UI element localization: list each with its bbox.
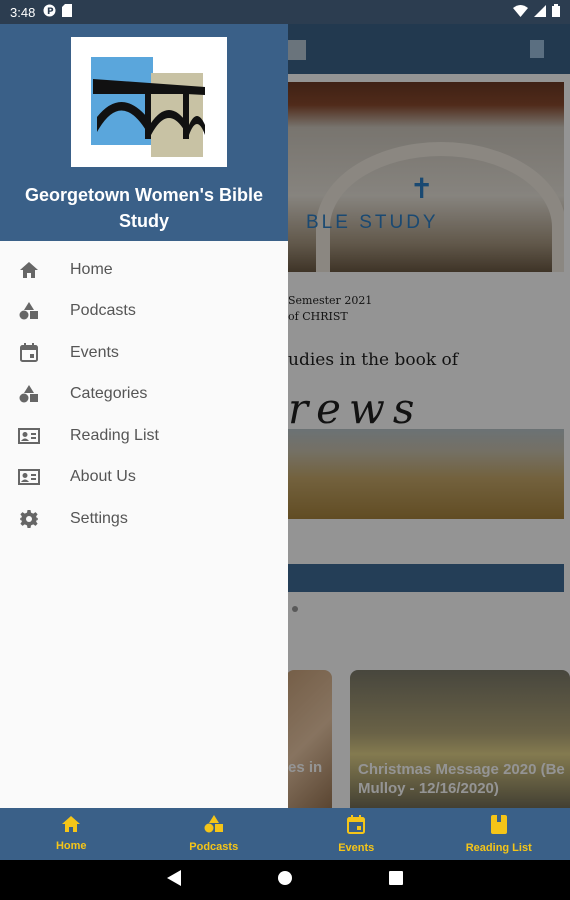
drawer-item-label: Podcasts (70, 302, 136, 320)
system-navigation-bar (0, 860, 570, 900)
id-card-icon (18, 425, 40, 447)
status-bar: 3:48 P (0, 0, 570, 24)
calendar-icon (347, 814, 366, 839)
bottom-nav-reading-list[interactable]: Reading List (428, 808, 570, 860)
bottom-nav-home[interactable]: Home (0, 808, 143, 860)
drawer-item-settings[interactable]: Settings (0, 498, 288, 540)
calendar-icon (18, 342, 40, 364)
drawer-item-events[interactable]: Events (0, 332, 288, 374)
id-card-icon (18, 466, 40, 488)
bottom-nav-label: Reading List (465, 841, 532, 854)
drawer-item-label: Reading List (70, 426, 159, 444)
app-notification-icon: P (43, 4, 56, 20)
home-icon (62, 816, 81, 837)
navigation-drawer: Georgetown Women's Bible Study Home Podc… (0, 0, 288, 808)
home-icon (18, 259, 40, 281)
drawer-header: Georgetown Women's Bible Study (0, 0, 288, 241)
bottom-nav-events[interactable]: Events (285, 808, 428, 860)
svg-text:P: P (47, 7, 54, 17)
drawer-item-about-us[interactable]: About Us (0, 457, 288, 499)
drawer-item-label: About Us (70, 468, 136, 486)
recents-icon[interactable] (389, 870, 403, 890)
drawer-menu: Home Podcasts Events Categories Reading … (0, 241, 288, 540)
home-circle-icon[interactable] (277, 870, 293, 891)
shapes-icon (18, 300, 40, 322)
wifi-icon (513, 4, 528, 20)
drawer-item-label: Home (70, 260, 113, 278)
bottom-navigation: Home Podcasts Events Reading List (0, 808, 570, 860)
signal-icon (534, 4, 546, 20)
back-icon[interactable] (167, 869, 181, 891)
drawer-item-reading-list[interactable]: Reading List (0, 415, 288, 457)
drawer-item-label: Events (70, 343, 119, 361)
drawer-item-home[interactable]: Home (0, 249, 288, 291)
drawer-item-label: Categories (70, 385, 148, 403)
sd-card-icon (62, 4, 73, 20)
status-time: 3:48 (10, 4, 36, 20)
gear-icon (18, 508, 40, 530)
shapes-icon (204, 815, 224, 838)
drawer-item-label: Settings (70, 509, 128, 527)
bottom-nav-podcasts[interactable]: Podcasts (143, 808, 286, 860)
drawer-item-categories[interactable]: Categories (0, 374, 288, 416)
drawer-title: Georgetown Women's Bible Study (25, 185, 263, 231)
battery-icon (552, 4, 560, 20)
drawer-item-podcasts[interactable]: Podcasts (0, 291, 288, 333)
bottom-nav-label: Podcasts (189, 841, 239, 853)
bottom-nav-label: Events (338, 841, 375, 854)
book-icon (490, 814, 507, 839)
bottom-nav-label: Home (55, 840, 87, 852)
shapes-icon (18, 383, 40, 405)
bible-study-logo (71, 37, 227, 167)
